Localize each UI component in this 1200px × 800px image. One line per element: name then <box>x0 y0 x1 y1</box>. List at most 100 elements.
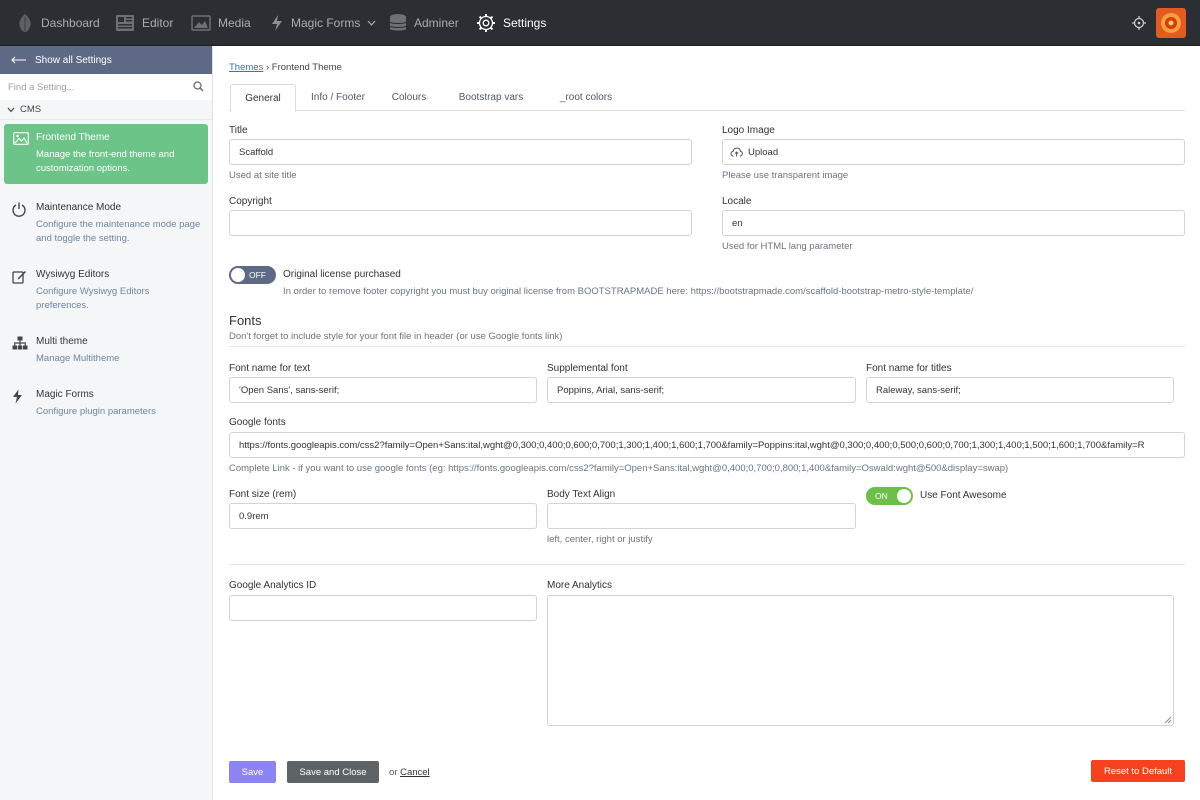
nav-label: Adminer <box>414 16 459 30</box>
logo-help: Please use transparent image <box>722 170 849 181</box>
breadcrumb-current: Frontend Theme <box>271 62 342 73</box>
breadcrumb: Themes › Frontend Theme <box>229 62 342 73</box>
tab-colours[interactable]: Colours <box>383 84 435 111</box>
body-align-help: left, center, right or justify <box>547 534 653 545</box>
body-align-input[interactable] <box>547 503 856 529</box>
sidebar-item-frontend-theme[interactable]: Frontend Theme Manage the front-end them… <box>4 124 208 184</box>
toggle-knob <box>897 489 911 503</box>
sidebar-item-maintenance-mode[interactable]: Maintenance Mode Configure the maintenan… <box>0 194 212 261</box>
sidebar-group-cms[interactable]: CMS <box>0 100 212 120</box>
breadcrumb-separator: › <box>265 62 270 73</box>
bolt-icon <box>13 389 22 404</box>
google-fonts-help: Complete Link - if you want to use googl… <box>229 463 1009 474</box>
nav-label: Media <box>218 16 251 30</box>
user-avatar[interactable] <box>1156 8 1186 38</box>
titles-font-input[interactable]: Raleway, sans-serif; <box>866 377 1174 403</box>
tab-bootstrap-vars[interactable]: Bootstrap vars <box>449 84 533 111</box>
nav-label: Editor <box>142 16 174 30</box>
license-help: In order to remove footer copyright you … <box>283 286 974 297</box>
save-and-close-button[interactable]: Save and Close <box>287 761 379 783</box>
sidebar-item-desc: Manage the front-end theme and customiza… <box>36 149 175 174</box>
body-align-label: Body Text Align <box>547 489 616 500</box>
cancel-link[interactable]: Cancel <box>400 767 430 778</box>
newspaper-icon <box>116 15 134 31</box>
leaf-icon <box>19 14 31 32</box>
edit-icon <box>12 271 26 284</box>
gear-icon <box>477 14 495 32</box>
image-icon <box>191 15 211 31</box>
arrow-left-icon <box>11 56 26 64</box>
locale-label: Locale <box>722 196 752 207</box>
sidebar-item-magic-forms[interactable]: Magic Forms Configure plugin parameters <box>0 381 212 434</box>
logo-upload-field[interactable]: Upload <box>722 139 1185 165</box>
font-size-input[interactable]: 0.9rem <box>229 503 537 529</box>
titles-font-label: Font name for titles <box>866 363 952 374</box>
copyright-input[interactable] <box>229 210 692 236</box>
more-analytics-label: More Analytics <box>547 580 613 591</box>
nav-label: Settings <box>503 16 547 30</box>
nav-media[interactable]: Media <box>191 0 251 46</box>
more-analytics-textarea[interactable] <box>547 595 1174 726</box>
reset-to-default-button[interactable]: Reset to Default <box>1091 760 1185 782</box>
toggle-knob <box>231 268 245 282</box>
toggle-state: OFF <box>249 270 266 280</box>
sidebar-item-multi-theme[interactable]: Multi theme Manage Multitheme <box>0 328 212 381</box>
or-text: or <box>389 767 398 778</box>
logo-label: Logo Image <box>722 125 775 136</box>
supplemental-font-input[interactable]: Poppins, Arial, sans-serif; <box>547 377 856 403</box>
sidebar-item-title: Magic Forms <box>36 389 94 400</box>
settings-sidebar: Show all Settings CMS Frontend Theme Man… <box>0 46 213 800</box>
title-input[interactable]: Scaffold <box>229 139 692 165</box>
locale-input[interactable]: en <box>722 210 1185 236</box>
sidebar-item-title: Wysiwyg Editors <box>36 269 110 280</box>
font-awesome-label: Use Font Awesome <box>920 490 1007 501</box>
analytics-divider <box>229 564 1185 565</box>
crosshair-icon[interactable] <box>1132 16 1146 30</box>
group-label: CMS <box>20 104 42 115</box>
tab-root-colors[interactable]: _root colors <box>551 84 621 111</box>
database-icon <box>389 14 407 31</box>
analytics-input[interactable] <box>229 595 537 621</box>
nav-settings[interactable]: Settings <box>476 0 546 46</box>
sidebar-item-title: Frontend Theme <box>36 132 110 143</box>
font-awesome-toggle[interactable]: ON <box>866 487 913 505</box>
settings-search-input[interactable] <box>0 74 212 100</box>
avatar-logo-icon <box>1161 13 1181 33</box>
google-fonts-input[interactable]: https://fonts.googleapis.com/css2?family… <box>229 432 1185 458</box>
fonts-divider <box>229 346 1185 347</box>
resize-handle-icon[interactable] <box>1164 716 1172 724</box>
sidebar-item-desc: Manage Multitheme <box>36 353 120 364</box>
breadcrumb-link-themes[interactable]: Themes <box>229 62 263 73</box>
cloud-upload-icon <box>730 147 743 157</box>
sidebar-item-desc: Configure Wysiwyg Editors preferences. <box>36 286 150 311</box>
top-navbar: Dashboard Editor Media Magic Forms Admin… <box>0 0 1200 46</box>
settings-search <box>0 74 212 100</box>
nav-label: Dashboard <box>41 16 100 30</box>
save-button[interactable]: Save <box>229 761 276 783</box>
sidebar-item-wysiwyg-editors[interactable]: Wysiwyg Editors Configure Wysiwyg Editor… <box>0 261 212 328</box>
nav-editor[interactable]: Editor <box>115 0 173 46</box>
main-content: Themes › Frontend Theme General Info / F… <box>214 46 1200 800</box>
chevron-down-icon <box>7 107 15 112</box>
text-font-label: Font name for text <box>229 363 311 374</box>
tab-general[interactable]: General <box>230 84 296 112</box>
sidebar-item-title: Multi theme <box>36 336 88 347</box>
supplemental-font-label: Supplemental font <box>547 363 628 374</box>
nav-label: Magic Forms <box>291 16 361 30</box>
nav-magic-forms[interactable]: Magic Forms <box>270 0 376 46</box>
copyright-label: Copyright <box>229 196 272 207</box>
title-label: Title <box>229 125 248 136</box>
fonts-help: Don't forget to include style for your f… <box>229 331 563 342</box>
locale-help: Used for HTML lang parameter <box>722 241 853 252</box>
tab-info-footer[interactable]: Info / Footer <box>305 84 371 111</box>
top-right-tools <box>1132 8 1186 38</box>
license-toggle[interactable]: OFF <box>229 266 276 284</box>
nav-dashboard[interactable]: Dashboard <box>16 0 100 46</box>
text-font-input[interactable]: 'Open Sans', sans-serif; <box>229 377 537 403</box>
show-all-settings-link[interactable]: Show all Settings <box>0 46 212 74</box>
toggle-state: ON <box>875 491 888 501</box>
bolt-icon <box>272 15 282 31</box>
search-icon[interactable] <box>193 81 204 92</box>
nav-adminer[interactable]: Adminer <box>389 0 459 46</box>
power-icon <box>12 202 26 217</box>
